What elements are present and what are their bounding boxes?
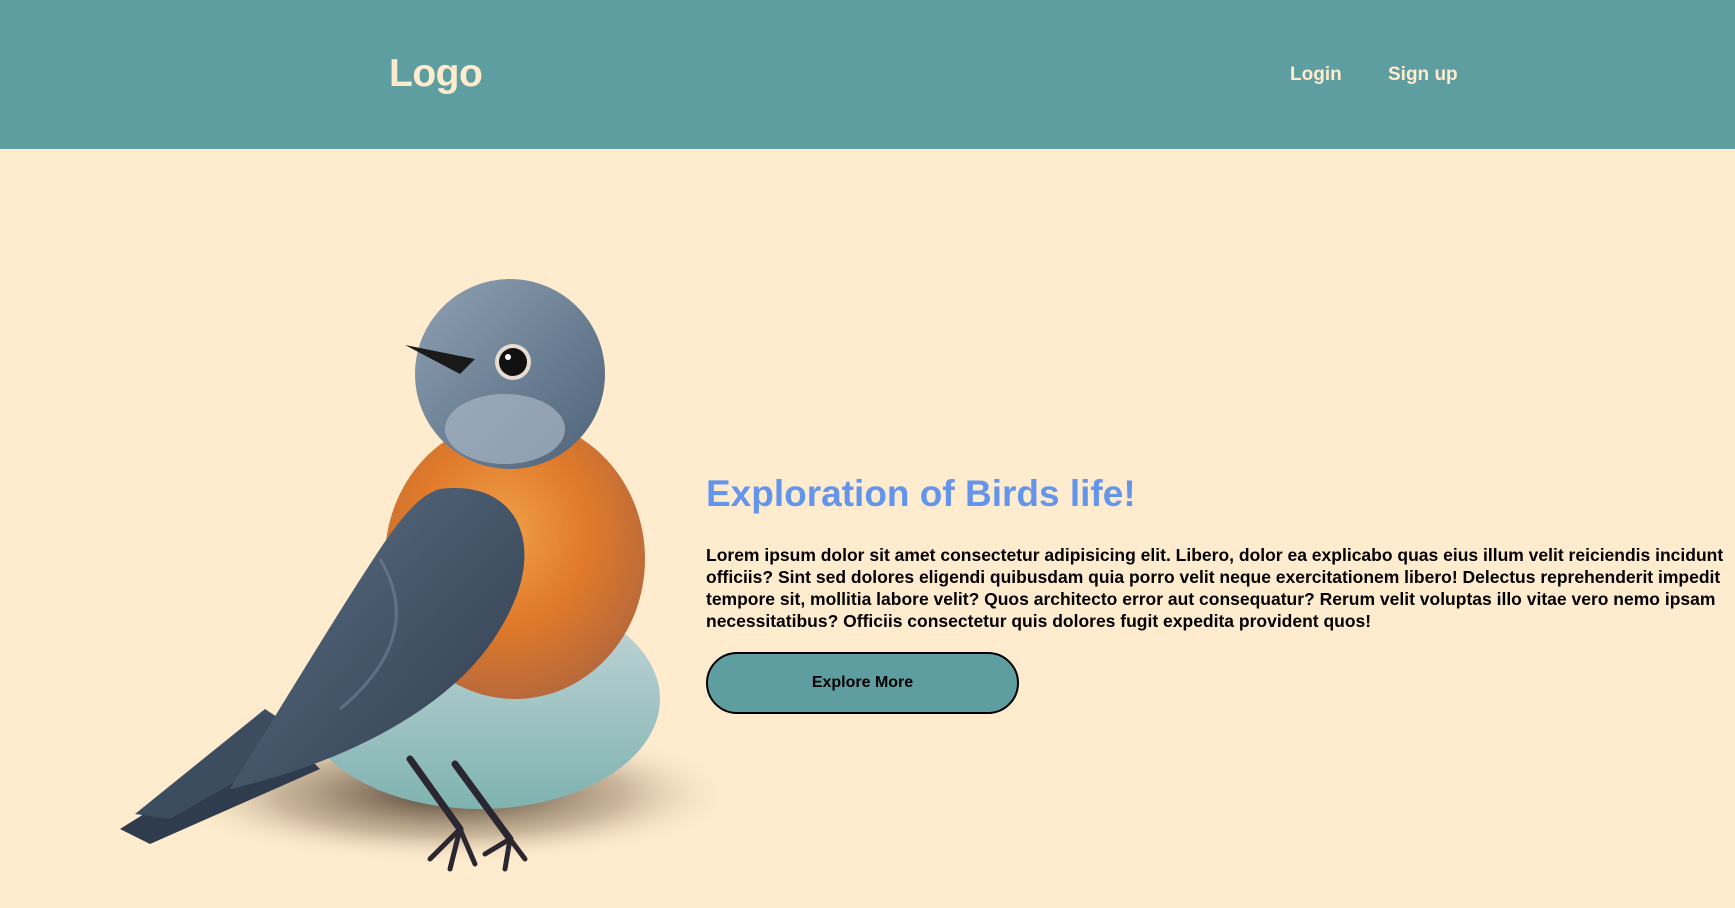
bird-image [80,229,740,889]
login-link[interactable]: Login [1290,64,1342,86]
hero-section: Exploration of Birds life! Lorem ipsum d… [0,149,1735,908]
hero-title: Exploration of Birds life! [706,473,1136,514]
site-header: Logo Login Sign up [0,0,1735,149]
logo[interactable]: Logo [389,52,483,96]
signup-link[interactable]: Sign up [1388,64,1458,86]
hero-description: Lorem ipsum dolor sit amet consectetur a… [706,545,1724,631]
explore-more-button[interactable]: Explore More [706,652,1019,714]
